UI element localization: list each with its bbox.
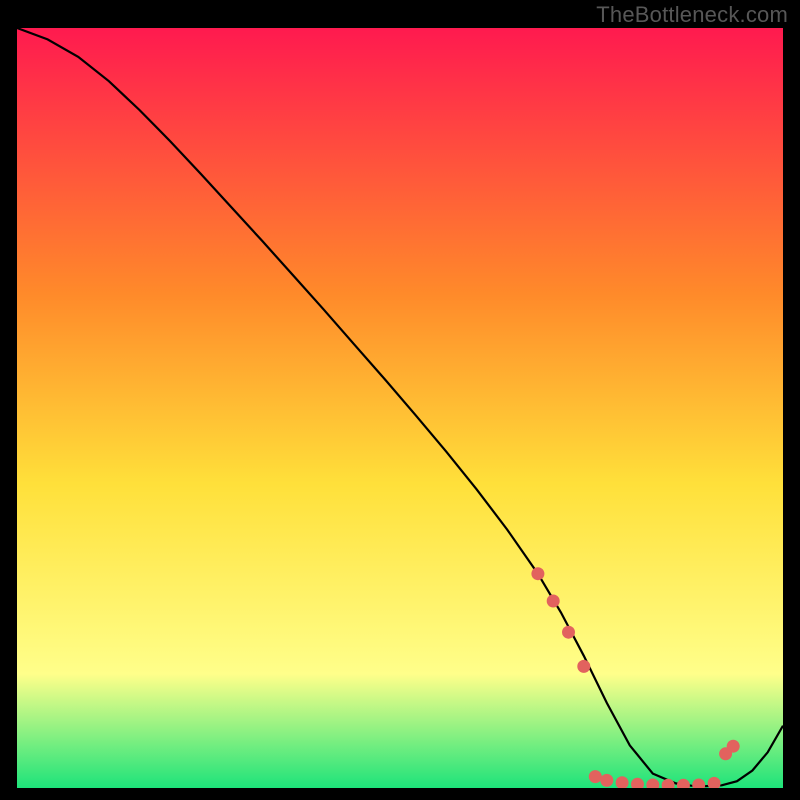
chart-frame: TheBottleneck.com <box>0 0 800 800</box>
gradient-background <box>17 28 783 788</box>
data-marker <box>577 660 590 673</box>
chart-svg <box>17 28 783 788</box>
data-marker <box>589 770 602 783</box>
plot-area <box>17 28 783 788</box>
data-marker <box>562 626 575 639</box>
data-marker <box>600 774 613 787</box>
data-marker <box>727 740 740 753</box>
data-marker <box>547 595 560 608</box>
watermark-text: TheBottleneck.com <box>596 2 788 28</box>
data-marker <box>531 567 544 580</box>
